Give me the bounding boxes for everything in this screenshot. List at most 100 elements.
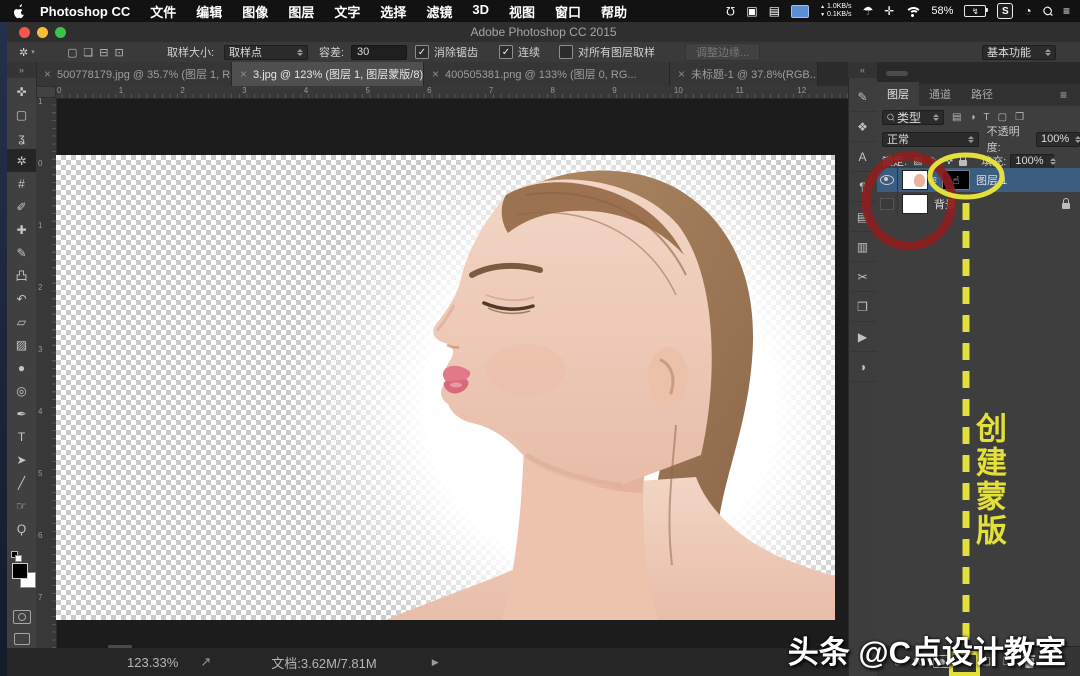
crosshair-icon[interactable]: ✛ (884, 0, 894, 22)
canvas-image[interactable] (56, 155, 835, 620)
paragraph-styles-icon[interactable]: ▥ (848, 232, 877, 262)
wifi-icon[interactable] (905, 6, 923, 17)
battery-icon[interactable]: ↯ (964, 5, 989, 17)
filter-smart-objects-icon[interactable]: ❐ (1015, 112, 1024, 123)
layer-visibility-toggle[interactable] (877, 192, 898, 216)
umbrella-icon[interactable]: ☂ (863, 0, 874, 22)
tolerance-input[interactable]: 30 (351, 44, 407, 60)
brush-tool-icon[interactable]: ✎ (7, 241, 36, 264)
tool-presets-icon[interactable]: ✂ (848, 262, 877, 292)
display-icon[interactable] (791, 4, 810, 18)
opacity-dropdown[interactable]: 100% (1036, 131, 1080, 147)
app-menu-name[interactable]: Photoshop CC (40, 4, 130, 19)
blend-mode-dropdown[interactable]: 正常 (882, 131, 979, 147)
swap-colors-icon[interactable] (15, 555, 22, 562)
document-tab-active[interactable]: × 3.jpg @ 123% (图层 1, 图层蒙版/8) * (232, 62, 424, 86)
filter-adjustment-layers-icon[interactable]: ◑ (969, 112, 975, 123)
menu-item[interactable]: 文件 (140, 2, 186, 21)
layer-name[interactable]: 背景 (934, 196, 956, 212)
new-selection-icon[interactable]: ▢ (67, 46, 77, 59)
filter-type-layers-icon[interactable]: T (984, 112, 990, 123)
close-tab-icon[interactable]: × (432, 67, 439, 81)
lock-position-icon[interactable]: ✜ (945, 156, 953, 167)
input-method-icon[interactable]: S (997, 3, 1014, 19)
sample-size-dropdown[interactable]: 取样点 (224, 44, 308, 60)
layer-thumbnail[interactable] (902, 170, 928, 190)
layer-row-background[interactable]: 背景 (877, 192, 1080, 216)
zoom-tool-icon[interactable]: Ϙ (7, 517, 36, 540)
tab-layers[interactable]: 图层 (877, 82, 919, 106)
share-icon[interactable]: ↗ (200, 654, 211, 670)
spotlight-search-icon[interactable]: Ϙ (1036, 0, 1058, 22)
document-tab[interactable]: × 400505381.png @ 133% (图层 0, RG... (424, 62, 670, 86)
brush-presets-icon[interactable]: ❖ (848, 112, 877, 142)
healing-brush-tool-icon[interactable]: ✚ (7, 218, 36, 241)
menu-item[interactable]: 窗口 (545, 2, 591, 21)
paragraph-panel-icon[interactable]: ¶ (848, 172, 877, 202)
tab-channels[interactable]: 通道 (919, 82, 961, 106)
close-tab-icon[interactable]: × (240, 67, 247, 81)
apple-menu-icon[interactable] (8, 3, 30, 19)
filter-shape-layers-icon[interactable]: ▢ (998, 112, 1007, 123)
lasso-tool-icon[interactable]: ʓ (7, 126, 36, 149)
move-tool-icon[interactable]: ✜ (7, 80, 36, 103)
document-tab[interactable]: × 未标题-1 @ 37.8%(RGB... (670, 62, 818, 86)
ruler-origin-corner[interactable] (36, 86, 56, 98)
status-options-arrow-icon[interactable]: ▶ (432, 657, 439, 668)
layer-name[interactable]: 图层 1 (976, 172, 1007, 188)
type-tool-icon[interactable]: T (7, 425, 36, 448)
notification-bell-icon[interactable]: Ω (726, 0, 735, 22)
refine-edge-button[interactable]: 调整边缘... (685, 43, 761, 61)
layer-row-layer1[interactable]: ∞ ☝ 图层 1 (877, 168, 1080, 192)
path-select-tool-icon[interactable]: ➤ (7, 448, 36, 471)
gradient-tool-icon[interactable]: ▨ (7, 333, 36, 356)
zoom-level-field[interactable]: 123.33% (127, 655, 178, 670)
menu-item[interactable]: 文字 (324, 2, 370, 21)
layer-thumbnail[interactable] (902, 194, 928, 214)
eraser-tool-icon[interactable]: ▱ (7, 310, 36, 333)
history-brush-tool-icon[interactable]: ↶ (7, 287, 36, 310)
menu-list-icon[interactable]: ≡ (1063, 0, 1070, 22)
clipboard-icon[interactable]: ▤ (769, 0, 780, 22)
marquee-tool-icon[interactable]: ▢ (7, 103, 36, 126)
brush-panel-icon[interactable]: ✎ (848, 82, 877, 112)
menu-item[interactable]: 图层 (278, 2, 324, 21)
subtract-from-selection-icon[interactable]: ⊟ (99, 46, 108, 59)
adjustments-panel-icon[interactable]: ◑ (848, 352, 877, 382)
eyedropper-tool-icon[interactable]: ✐ (7, 195, 36, 218)
line-tool-icon[interactable]: ╱ (7, 471, 36, 494)
window-title-bar[interactable]: Adobe Photoshop CC 2015 (7, 22, 1080, 43)
character-styles-icon[interactable]: ▤ (848, 202, 877, 232)
lock-image-pixels-icon[interactable]: ✎ (930, 156, 938, 167)
intersect-selection-icon[interactable]: ⊡ (115, 46, 124, 59)
layer-visibility-toggle[interactable] (877, 168, 898, 192)
menu-item[interactable]: 3D (462, 2, 499, 21)
clock-icon[interactable]: ◔ (1024, 0, 1031, 22)
layer-filter-type-dropdown[interactable]: Ϙ 类型 (882, 109, 944, 125)
menu-item[interactable]: 滤镜 (416, 2, 462, 21)
character-panel-icon[interactable]: A (848, 142, 877, 172)
toolbar-collapse-button[interactable]: » (7, 62, 36, 78)
filter-pixel-layers-icon[interactable]: ▤ (952, 112, 961, 123)
actions-panel-icon[interactable]: ▶ (848, 322, 877, 352)
close-tab-icon[interactable]: × (44, 67, 51, 81)
sample-all-layers-checkbox[interactable]: 对所有图层取样 (559, 42, 655, 62)
lock-all-icon[interactable] (959, 155, 968, 166)
lock-transparent-pixels-icon[interactable]: ▨ (913, 156, 922, 167)
camera-icon[interactable]: ▣ (746, 0, 757, 22)
menu-item[interactable]: 视图 (499, 2, 545, 21)
layer-mask-thumbnail[interactable]: ☝ (942, 170, 970, 190)
panel-menu-icon[interactable]: ≡ (1060, 88, 1067, 102)
close-tab-icon[interactable]: × (678, 67, 685, 81)
tab-paths[interactable]: 路径 (961, 82, 1003, 106)
clone-source-icon[interactable]: ❐ (848, 292, 877, 322)
foreground-color-swatch[interactable] (12, 563, 28, 579)
menu-item[interactable]: 选择 (370, 2, 416, 21)
screen-mode-button[interactable] (14, 633, 30, 645)
network-speed-indicator[interactable]: ▲ 1.0KB/s ▼ 0.1KB/s (820, 3, 851, 19)
menu-item[interactable]: 帮助 (591, 2, 637, 21)
current-tool-indicator[interactable]: ✲ ▾ (19, 42, 35, 62)
menu-item[interactable]: 图像 (232, 2, 278, 21)
document-tab[interactable]: × 500778179.jpg @ 35.7% (图层 1, RG... (36, 62, 232, 86)
contiguous-checkbox[interactable]: ✓ 连续 (499, 42, 540, 62)
